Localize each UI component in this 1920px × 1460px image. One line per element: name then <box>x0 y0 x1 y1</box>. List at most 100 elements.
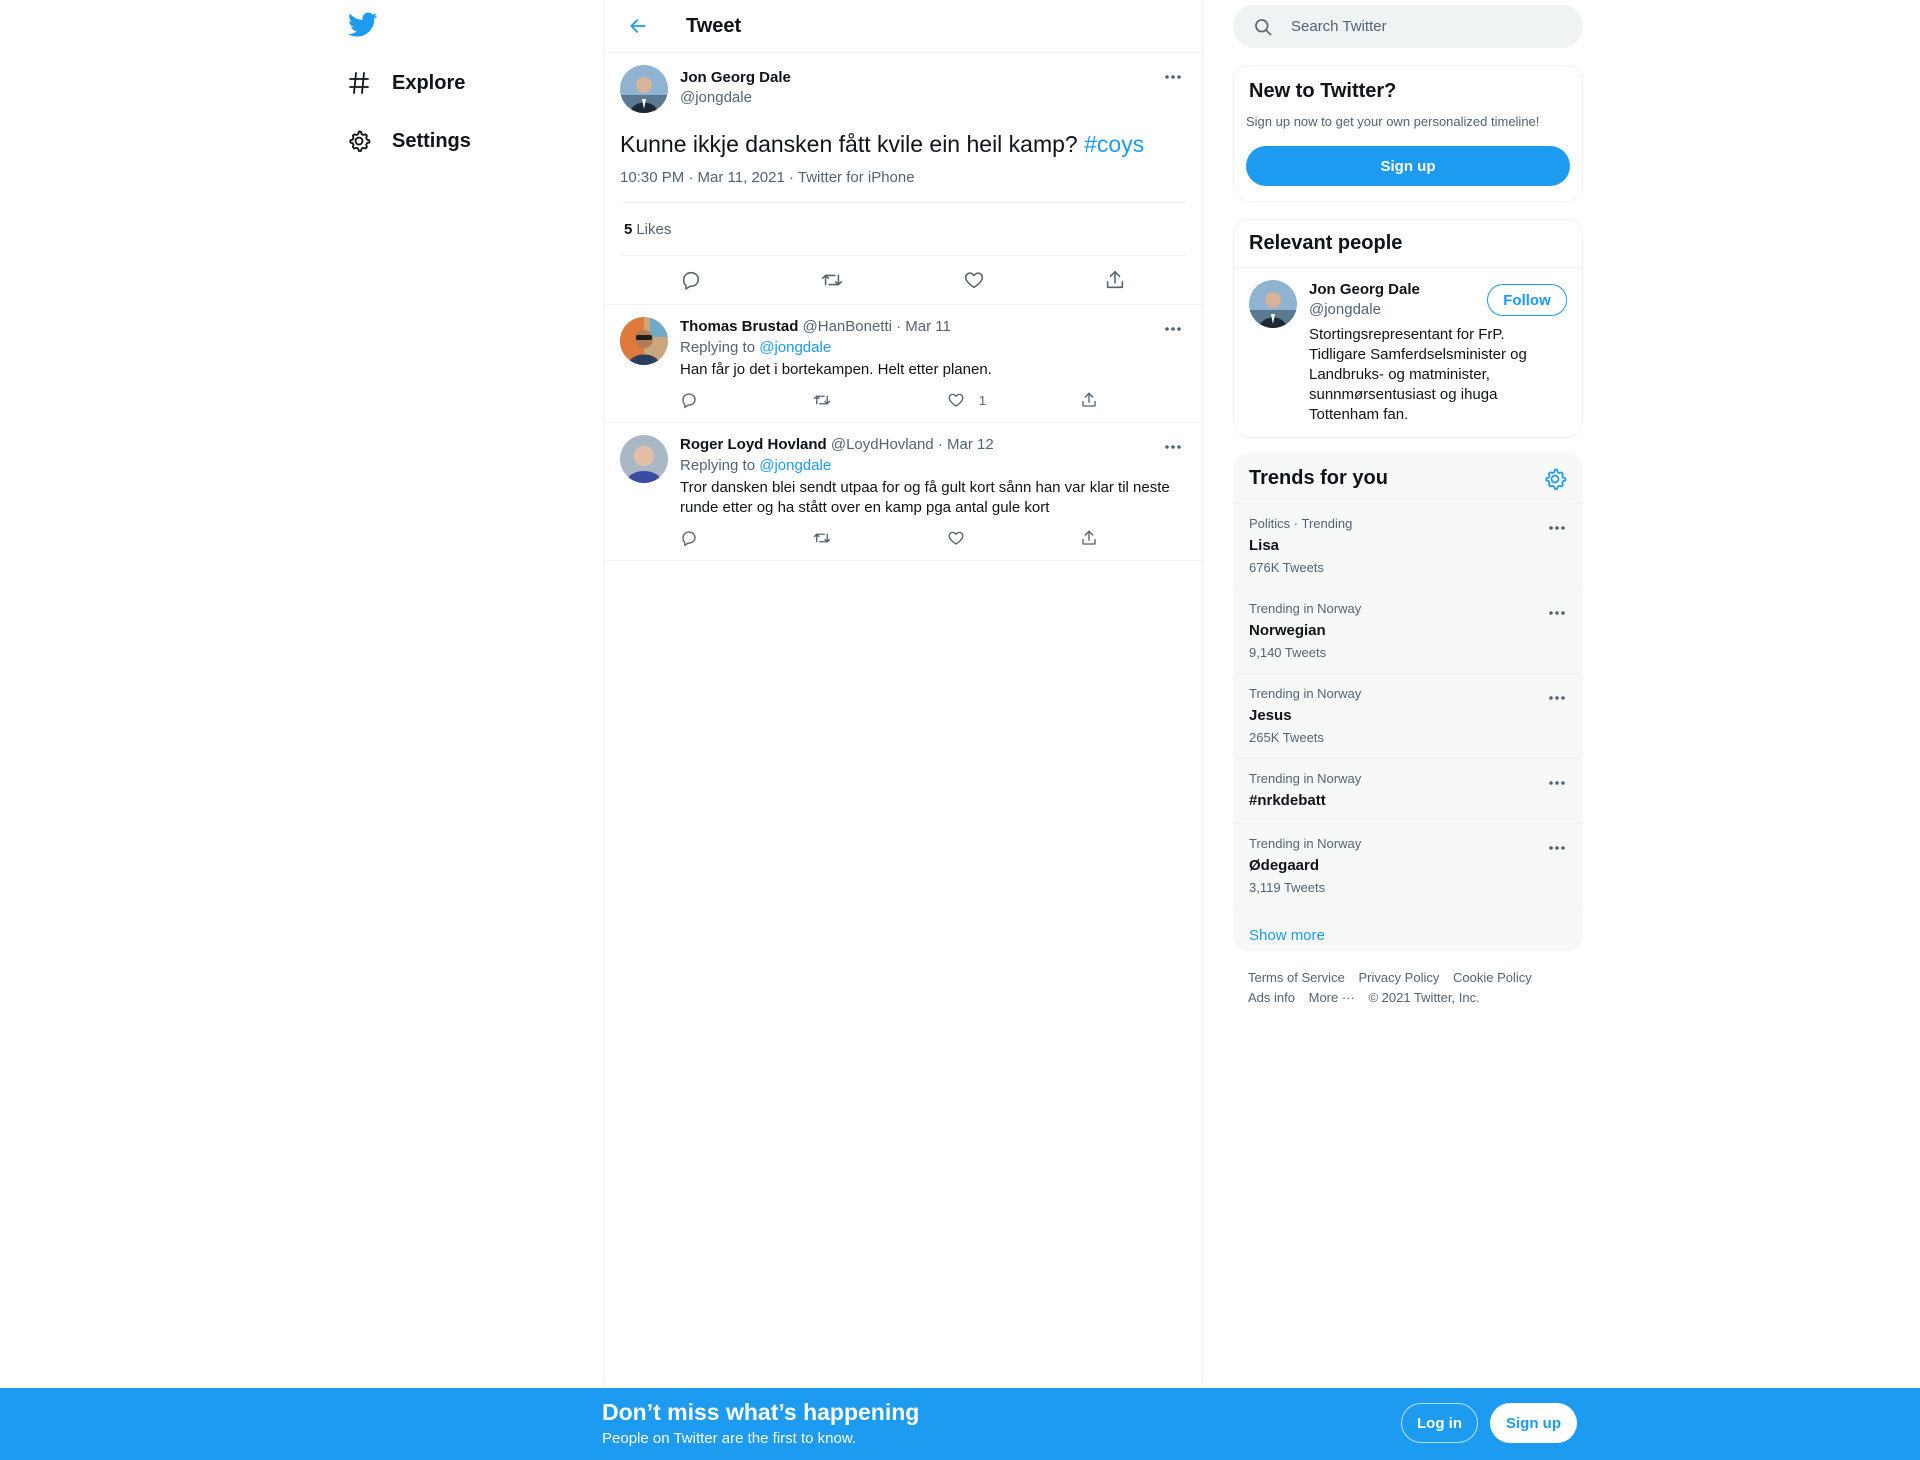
retweet-button[interactable] <box>813 388 946 412</box>
trend-more-button[interactable] <box>1542 601 1572 625</box>
reply-tweet[interactable]: Thomas Brustad @HanBonetti · Mar 11 Repl… <box>604 305 1202 423</box>
trends-card: Trends for you Politics · Trending Lisa … <box>1233 453 1583 951</box>
retweet-icon <box>813 391 831 409</box>
reply-more-button[interactable] <box>1158 317 1188 341</box>
tweet-timestamp[interactable]: 10:30 PM · Mar 11, 2021 · Twitter for iP… <box>620 169 1186 203</box>
tweet-body: Kunne ikkje dansken fått kvile ein heil … <box>620 131 1078 157</box>
gear-icon[interactable] <box>1543 467 1567 491</box>
main-header: Tweet <box>604 0 1202 53</box>
trend-more-button[interactable] <box>1542 516 1572 540</box>
avatar[interactable] <box>620 435 668 483</box>
follow-button[interactable]: Follow <box>1487 284 1567 316</box>
relevant-person[interactable]: Jon Georg Dale @jongdale Stortingsrepres… <box>1234 268 1582 437</box>
more-link[interactable]: More ··· <box>1309 990 1355 1005</box>
reply-button[interactable] <box>680 388 813 412</box>
avatar[interactable] <box>620 65 668 113</box>
nav-item-settings[interactable]: Settings <box>346 117 471 165</box>
hashtag-icon <box>346 70 372 96</box>
author-name[interactable]: Jon Georg Dale <box>680 68 791 88</box>
trend-item[interactable]: Trending in Norway Ødegaard 3,119 Tweets <box>1234 824 1582 909</box>
reply-icon <box>680 391 698 409</box>
more-dots-icon <box>1548 695 1566 701</box>
share-button[interactable] <box>1080 388 1110 412</box>
cookie-link[interactable]: Cookie Policy <box>1453 970 1532 985</box>
main-tweet: Jon Georg Dale @jongdale Kunne ikkje dan… <box>604 53 1202 305</box>
replying-prefix: Replying to <box>680 457 756 474</box>
trend-item[interactable]: Politics · Trending Lisa 676K Tweets <box>1234 504 1582 589</box>
nav-label-settings: Settings <box>392 129 471 152</box>
new-to-twitter-title: New to Twitter? <box>1249 80 1397 102</box>
replying-prefix: Replying to <box>680 339 756 356</box>
trend-count: 265K Tweets <box>1249 730 1324 745</box>
trend-more-button[interactable] <box>1542 686 1572 710</box>
reply-meta[interactable]: @LoydHovland · Mar 12 <box>831 436 994 453</box>
twitter-bird-icon[interactable] <box>348 12 378 38</box>
relevant-people-card: Relevant people Jon Georg Dale @jongdale… <box>1233 219 1583 438</box>
retweet-icon <box>821 269 843 291</box>
author-handle[interactable]: @jongdale <box>680 88 791 108</box>
tweet-more-button[interactable] <box>1158 65 1188 89</box>
avatar[interactable] <box>1249 280 1297 328</box>
reply-text: Tror dansken blei sendt utpaa for og få … <box>680 479 1170 516</box>
reply-button[interactable] <box>680 526 813 550</box>
retweet-button[interactable] <box>813 526 946 550</box>
ads-info-link[interactable]: Ads info <box>1248 990 1295 1005</box>
share-icon <box>1080 391 1098 409</box>
reply-more-button[interactable] <box>1158 435 1188 459</box>
trend-count: 3,119 Tweets <box>1249 880 1326 895</box>
signup-button[interactable]: Sign up <box>1246 146 1570 186</box>
retweet-button[interactable] <box>815 263 849 297</box>
trend-more-button[interactable] <box>1542 771 1572 795</box>
trend-item[interactable]: Trending in Norway Norwegian 9,140 Tweet… <box>1234 589 1582 674</box>
privacy-link[interactable]: Privacy Policy <box>1358 970 1439 985</box>
reply-actions: 1 <box>680 388 1110 412</box>
avatar[interactable] <box>620 317 668 365</box>
terms-link[interactable]: Terms of Service <box>1248 970 1345 985</box>
more-dots-icon <box>1164 444 1182 450</box>
likes-count: 5 <box>624 220 633 238</box>
like-button[interactable]: 1 <box>947 388 1080 412</box>
share-button[interactable] <box>1080 526 1110 550</box>
like-button[interactable] <box>947 526 1080 550</box>
reply-author-name[interactable]: Thomas Brustad <box>680 318 798 335</box>
likes-row[interactable]: 5 Likes <box>620 203 1186 256</box>
bottom-signup-button[interactable]: Sign up <box>1490 1403 1577 1443</box>
footer-links: Terms of Service Privacy Policy Cookie P… <box>1248 968 1568 1008</box>
more-dots-icon <box>1164 74 1182 80</box>
arrow-left-icon <box>628 16 648 36</box>
trend-item[interactable]: Trending in Norway #nrkdebatt <box>1234 759 1582 824</box>
tweet-author-row: Jon Georg Dale @jongdale <box>620 65 1186 113</box>
reply-meta[interactable]: @HanBonetti · Mar 11 <box>803 318 951 335</box>
retweet-icon <box>813 529 831 547</box>
trends-title: Trends for you <box>1249 467 1388 489</box>
nav-item-explore[interactable]: Explore <box>346 59 465 107</box>
search-input[interactable] <box>1291 18 1561 35</box>
reply-tweet[interactable]: Roger Loyd Hovland @LoydHovland · Mar 12… <box>604 423 1202 561</box>
hashtag-link[interactable]: #coys <box>1084 131 1144 157</box>
reply-author-name[interactable]: Roger Loyd Hovland <box>680 436 827 453</box>
new-to-twitter-card: New to Twitter? Sign up now to get your … <box>1233 65 1583 202</box>
like-count: 1 <box>978 392 987 408</box>
relevant-people-title: Relevant people <box>1249 232 1403 254</box>
show-more-link[interactable]: Show more <box>1234 909 1582 961</box>
login-button[interactable]: Log in <box>1401 1403 1478 1443</box>
trend-more-button[interactable] <box>1542 836 1572 860</box>
trend-item[interactable]: Trending in Norway Jesus 265K Tweets <box>1234 674 1582 759</box>
bottom-bar-subtitle: People on Twitter are the first to know. <box>602 1430 857 1447</box>
like-button[interactable] <box>957 263 991 297</box>
main-column: Tweet Jon Georg Dale @jongdale Kunne ikk… <box>603 0 1203 1388</box>
heart-icon <box>947 529 965 547</box>
trend-name: Norwegian <box>1249 622 1326 639</box>
back-button[interactable] <box>620 8 656 44</box>
search-bar[interactable] <box>1233 5 1583 48</box>
trend-count: 9,140 Tweets <box>1249 645 1327 660</box>
share-button[interactable] <box>1098 263 1132 297</box>
reply-button[interactable] <box>674 263 708 297</box>
gear-icon <box>346 128 372 154</box>
new-to-twitter-subtitle: Sign up now to get your own personalized… <box>1246 114 1540 129</box>
trend-name: Ødegaard <box>1249 857 1320 874</box>
replying-to-link[interactable]: @jongdale <box>759 457 831 474</box>
trend-context: Politics · Trending <box>1249 516 1353 531</box>
bottom-signup-bar: Don’t miss what’s happening People on Tw… <box>0 1388 1920 1460</box>
replying-to-link[interactable]: @jongdale <box>759 339 831 356</box>
